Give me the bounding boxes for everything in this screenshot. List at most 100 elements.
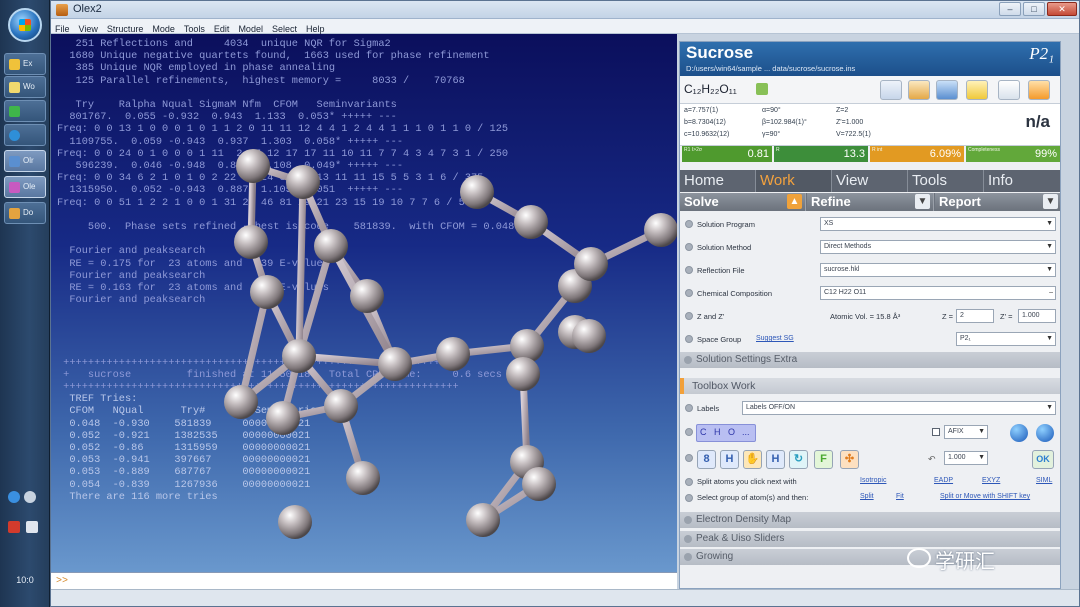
split-or-move-link[interactable]: Split or Move with SHIFT key (940, 493, 1030, 500)
h-bond-icon[interactable]: H (766, 450, 785, 469)
menu-structure[interactable]: Structure (103, 22, 149, 34)
atom[interactable] (278, 505, 312, 539)
element-c-button[interactable]: C (700, 427, 707, 437)
start-button[interactable] (8, 8, 42, 42)
taskbar-item[interactable] (4, 124, 46, 146)
element-more-button[interactable]: ... (742, 427, 750, 437)
atom[interactable] (514, 205, 548, 239)
menu-view[interactable]: View (75, 22, 103, 34)
afix-select[interactable]: AFIX ▼ (944, 425, 988, 439)
toolbox-work-header[interactable]: Toolbox Work (680, 378, 1060, 394)
bond[interactable] (295, 178, 307, 360)
atom[interactable] (350, 279, 384, 313)
sphere-blue-icon[interactable] (1010, 424, 1028, 442)
atom[interactable] (522, 467, 556, 501)
taskbar-item[interactable]: Ex (4, 53, 46, 75)
help-dot-icon[interactable] (685, 478, 693, 486)
maximize-button[interactable]: □ (1023, 2, 1045, 16)
pencil-icon[interactable] (908, 80, 930, 100)
zprime-input[interactable]: 1.000 (1018, 309, 1056, 323)
help-dot-icon[interactable] (685, 454, 693, 462)
atom[interactable] (234, 225, 268, 259)
suggest-sg-link[interactable]: Suggest SG (756, 335, 794, 342)
help-dot-icon[interactable] (685, 335, 693, 343)
solution-settings-extra[interactable]: Solution Settings Extra (680, 352, 1060, 368)
peak-uiso-sliders-section[interactable]: Peak & Uiso Sliders (680, 531, 1060, 547)
isotropic-link[interactable]: Isotropic (860, 477, 886, 484)
grow-icon[interactable] (1028, 80, 1050, 100)
help-icon[interactable] (24, 491, 36, 503)
taskbar-item-olex2-second[interactable]: Ole (4, 176, 46, 198)
pdf-report-icon[interactable] (880, 80, 902, 100)
close-button[interactable]: ✕ (1047, 2, 1077, 16)
sphere-blue-icon[interactable] (1036, 424, 1054, 442)
exyz-link[interactable]: EXYZ (982, 477, 1000, 484)
afix-checkbox[interactable] (932, 428, 940, 436)
menu-tools[interactable]: Tools (180, 22, 210, 34)
tab-view[interactable]: View (832, 170, 908, 192)
subtab-report[interactable]: Report ▼ (935, 193, 1060, 211)
element-h-button[interactable]: H (714, 427, 721, 437)
tab-tools[interactable]: Tools (908, 170, 984, 192)
ok-icon[interactable]: OK (1032, 450, 1054, 469)
power-icon[interactable] (8, 521, 20, 533)
help-dot-icon[interactable] (685, 266, 693, 274)
chevron-down-icon[interactable]: ▼ (915, 194, 930, 209)
taskbar-item-olex2[interactable]: Olr (4, 150, 46, 172)
atom[interactable] (282, 339, 316, 373)
reflection-file-select[interactable]: sucrose.hkl ▼ (820, 263, 1056, 277)
center-icon[interactable]: 8 (697, 450, 716, 469)
volume-icon[interactable] (26, 521, 38, 533)
atom[interactable] (506, 357, 540, 391)
tab-info[interactable]: Info (984, 170, 1060, 192)
electron-density-map-section[interactable]: Electron Density Map (680, 512, 1060, 528)
help-dot-icon[interactable] (685, 289, 693, 297)
file-path[interactable]: D:/users/win64/sample ... data/sucrose/s… (686, 64, 986, 73)
help-dot-icon[interactable] (685, 404, 693, 412)
chevron-up-icon[interactable]: ▲ (787, 194, 802, 209)
help-dot-icon[interactable] (685, 428, 693, 436)
siml-link[interactable]: SIML (1036, 477, 1052, 484)
flag-icon[interactable]: F (814, 450, 833, 469)
molecule-model[interactable] (51, 34, 677, 590)
help-dot-icon[interactable] (685, 243, 693, 251)
element-o-button[interactable]: O (728, 427, 735, 437)
taskbar-item[interactable]: Wo (4, 76, 46, 98)
help-dot-icon[interactable] (685, 312, 693, 320)
atom[interactable] (466, 503, 500, 537)
atom[interactable] (574, 247, 608, 281)
atom[interactable] (378, 347, 412, 381)
hand-icon[interactable]: ✋ (743, 450, 762, 469)
tab-work[interactable]: Work (756, 170, 832, 192)
split-link[interactable]: Split (860, 493, 874, 500)
eadp-link[interactable]: EADP (934, 477, 953, 484)
minimize-button[interactable]: – (999, 2, 1021, 16)
atom[interactable] (250, 275, 284, 309)
grow-atoms-icon[interactable]: ✣ (840, 450, 859, 469)
menu-help[interactable]: Help (302, 22, 330, 34)
atom[interactable] (346, 461, 380, 495)
atom[interactable] (314, 229, 348, 263)
fit-link[interactable]: Fit (896, 493, 904, 500)
subtab-refine[interactable]: Refine ▼ (807, 193, 934, 211)
atom[interactable] (644, 213, 677, 247)
subtab-solve[interactable]: Solve ▲ (680, 193, 806, 211)
z-input[interactable]: 2 (956, 309, 994, 323)
atom[interactable] (436, 337, 470, 371)
tab-home[interactable]: Home (680, 170, 756, 192)
structure-viewport[interactable]: 251 Reflections and 4034 unique NQR for … (51, 34, 677, 590)
taskbar-item[interactable] (4, 100, 46, 122)
value-input[interactable]: 1.000 ▼ (944, 451, 988, 465)
network-icon[interactable] (8, 491, 20, 503)
atom[interactable] (286, 165, 320, 199)
atom[interactable] (572, 319, 606, 353)
menu-edit[interactable]: Edit (210, 22, 235, 34)
chemical-composition-input[interactable]: C12 H22 O11– (820, 286, 1056, 300)
atom[interactable] (460, 175, 494, 209)
add-h-icon[interactable]: H (720, 450, 739, 469)
compound-name[interactable]: Sucrose (686, 43, 753, 63)
atom[interactable] (224, 385, 258, 419)
menu-file[interactable]: File (51, 22, 75, 34)
menu-mode[interactable]: Mode (148, 22, 180, 34)
taskbar-item[interactable]: Do (4, 202, 46, 224)
